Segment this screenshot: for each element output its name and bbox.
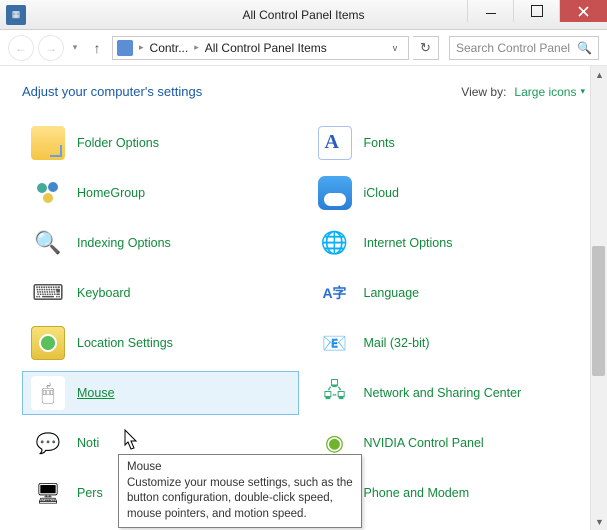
view-by: View by: Large icons — [461, 85, 585, 99]
control-panel-item-internet[interactable]: Internet Options — [309, 221, 586, 265]
address-bar[interactable]: ▸ Contr... ▸ All Control Panel Items v — [112, 36, 409, 60]
tooltip-title: Mouse — [127, 460, 353, 476]
view-by-label: View by: — [461, 85, 506, 99]
mail-icon — [318, 326, 352, 360]
search-input[interactable]: Search Control Panel 🔍 — [449, 36, 599, 60]
breadcrumb[interactable]: All Control Panel Items — [205, 41, 327, 55]
window-buttons — [467, 0, 607, 22]
item-label: Pers — [77, 486, 103, 501]
control-panel-item-indexing[interactable]: Indexing Options — [22, 221, 299, 265]
refresh-button[interactable]: ↻ — [413, 36, 439, 60]
control-panel-icon: ▦ — [6, 5, 26, 25]
item-label: Network and Sharing Center — [364, 386, 522, 401]
control-panel-item-keyboard[interactable]: Keyboard — [22, 271, 299, 315]
item-label: Fonts — [364, 136, 395, 151]
control-panel-item-network[interactable]: Network and Sharing Center — [309, 371, 586, 415]
item-label: Indexing Options — [77, 236, 171, 251]
scroll-up-icon[interactable]: ▲ — [591, 66, 607, 83]
titlebar: ▦ All Control Panel Items — [0, 0, 607, 30]
control-panel-item-homegroup[interactable]: HomeGroup — [22, 171, 299, 215]
control-panel-item-mouse[interactable]: Mouse — [22, 371, 299, 415]
back-button[interactable]: ← — [8, 35, 34, 61]
item-label: Location Settings — [77, 336, 173, 351]
search-placeholder: Search Control Panel — [456, 41, 570, 55]
mouse-icon — [31, 376, 65, 410]
page-heading: Adjust your computer's settings — [22, 84, 202, 99]
indexing-icon — [31, 226, 65, 260]
minimize-button[interactable] — [467, 0, 513, 22]
item-label: Mail (32-bit) — [364, 336, 430, 351]
fonts-icon — [318, 126, 352, 160]
perso-icon — [31, 476, 65, 510]
forward-button[interactable]: → — [38, 35, 64, 61]
up-button[interactable]: ↑ — [86, 37, 108, 59]
control-panel-item-mail[interactable]: Mail (32-bit) — [309, 321, 586, 365]
internet-icon — [318, 226, 352, 260]
item-label: Folder Options — [77, 136, 159, 151]
scrollbar-thumb[interactable] — [592, 246, 605, 376]
chevron-right-icon[interactable]: ▸ — [192, 42, 201, 53]
control-panel-item-icloud[interactable]: iCloud — [309, 171, 586, 215]
scroll-down-icon[interactable]: ▼ — [591, 513, 607, 530]
control-panel-item-folder[interactable]: Folder Options — [22, 121, 299, 165]
location-icon — [31, 326, 65, 360]
item-label: Internet Options — [364, 236, 453, 251]
icloud-icon — [318, 176, 352, 210]
tooltip: Mouse Customize your mouse settings, suc… — [118, 454, 362, 528]
item-label: NVIDIA Control Panel — [364, 436, 484, 451]
search-icon: 🔍 — [577, 41, 592, 55]
content-area: Adjust your computer's settings View by:… — [0, 66, 607, 530]
item-label: Language — [364, 286, 420, 301]
breadcrumb[interactable]: Contr... — [150, 41, 189, 55]
noti-icon — [31, 426, 65, 460]
item-label: Keyboard — [77, 286, 131, 301]
item-label: iCloud — [364, 186, 399, 201]
close-button[interactable] — [559, 0, 607, 22]
language-icon — [318, 276, 352, 310]
content-header: Adjust your computer's settings View by:… — [22, 84, 585, 99]
item-label: Noti — [77, 436, 99, 451]
item-label: HomeGroup — [77, 186, 145, 201]
network-icon — [318, 376, 352, 410]
control-panel-item-location[interactable]: Location Settings — [22, 321, 299, 365]
recent-locations-button[interactable]: ▾ — [68, 42, 82, 53]
control-panel-icon — [117, 40, 133, 56]
control-panel-item-language[interactable]: Language — [309, 271, 586, 315]
keyboard-icon — [31, 276, 65, 310]
item-label: Phone and Modem — [364, 486, 470, 501]
homegroup-icon — [31, 176, 65, 210]
view-by-dropdown[interactable]: Large icons — [514, 85, 585, 99]
tooltip-body: Customize your mouse settings, such as t… — [127, 477, 353, 520]
folder-icon — [31, 126, 65, 160]
scrollbar[interactable]: ▲ ▼ — [590, 66, 607, 530]
maximize-button[interactable] — [513, 0, 559, 22]
navbar: ← → ▾ ↑ ▸ Contr... ▸ All Control Panel I… — [0, 30, 607, 66]
item-label: Mouse — [77, 386, 115, 401]
control-panel-item-fonts[interactable]: Fonts — [309, 121, 586, 165]
chevron-right-icon[interactable]: ▸ — [137, 42, 146, 53]
address-dropdown-icon[interactable]: v — [386, 43, 404, 53]
